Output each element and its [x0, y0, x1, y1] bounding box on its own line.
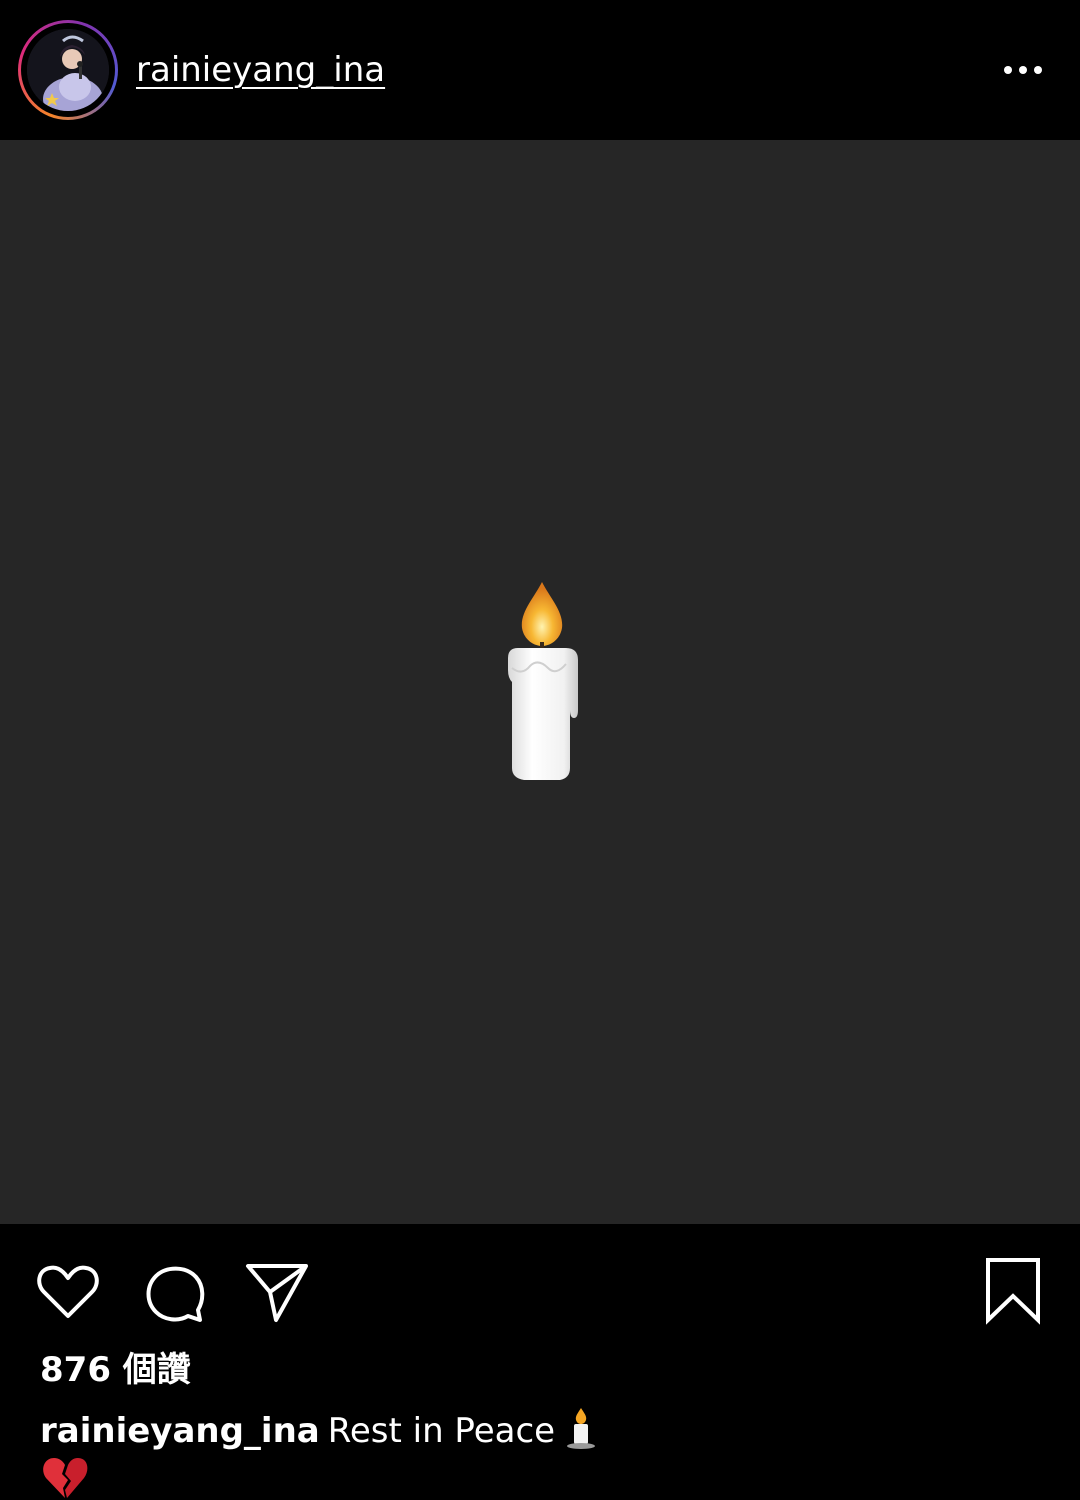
username-link[interactable]: rainieyang_ina — [136, 46, 385, 94]
candle-emoji-icon — [567, 1408, 596, 1449]
bookmark-outline-icon — [986, 1258, 1040, 1325]
save-button[interactable] — [978, 1256, 1050, 1328]
comment-button[interactable] — [138, 1256, 210, 1328]
share-button[interactable] — [242, 1256, 314, 1328]
story-ring[interactable] — [18, 20, 118, 120]
avatar-photo-icon — [27, 29, 109, 111]
candle-emoji — [508, 582, 578, 780]
likes-count[interactable]: 876 個讚 — [40, 1346, 191, 1394]
comment-bubble-icon — [146, 1266, 205, 1322]
like-button[interactable] — [32, 1256, 104, 1328]
caption-username[interactable]: rainieyang_ina — [40, 1411, 320, 1451]
action-bar — [0, 1224, 1080, 1344]
post-header: rainieyang_ina — [0, 0, 1080, 140]
more-horizontal-icon — [1004, 66, 1042, 74]
paper-plane-icon — [246, 1264, 308, 1322]
post-image[interactable] — [0, 140, 1080, 1224]
heart-outline-icon — [37, 1265, 99, 1318]
avatar[interactable] — [27, 29, 109, 111]
more-options-button[interactable] — [996, 52, 1050, 88]
caption-text: Rest in Peace — [327, 1411, 556, 1451]
broken-heart-emoji-icon — [43, 1458, 88, 1498]
caption: rainieyang_ina Rest in Peace — [40, 1406, 601, 1456]
